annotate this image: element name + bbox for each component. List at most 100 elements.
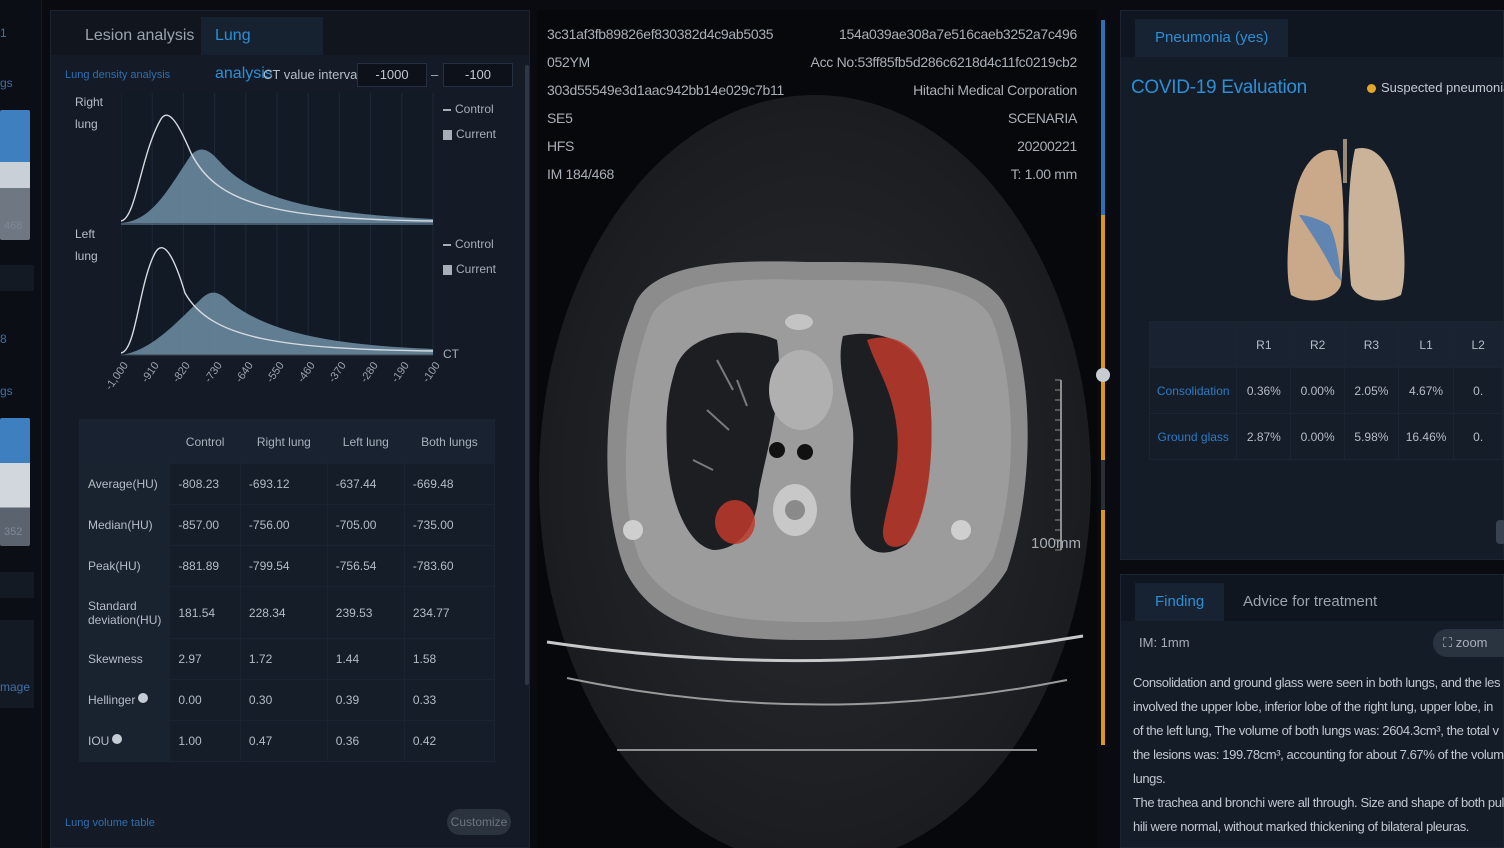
dicom-position: HFS [547, 138, 575, 154]
tab-pneumonia[interactable]: Pneumonia (yes) [1135, 19, 1289, 57]
row-label[interactable]: Ground glass [1148, 413, 1238, 460]
table-header: Both lungs [403, 419, 496, 464]
table-row: Consolidation 0.36% 0.00% 2.05% 4.67% 0. [1148, 367, 1503, 414]
ct-image-viewer[interactable]: 3c31af3fb89826ef830382d4c9ab5035 052YM 3… [537, 10, 1097, 848]
table-cell: 0.39 [326, 679, 405, 721]
slice-slider-track-lower[interactable] [1101, 510, 1105, 745]
regional-lesion-table: R1 R2 R3 L1 L2 Consolidation 0.36% 0.00% 2.05% 4… [1148, 321, 1503, 460]
table-cell: 5.98% [1344, 413, 1399, 460]
dicom-date: 20200221 [1017, 138, 1077, 154]
scale-label: 100mm [1031, 535, 1082, 552]
finding-panel: Finding Advice for treatment IM: 1mm ⛶ z… [1120, 574, 1504, 848]
table-cell: 239.53 [326, 586, 405, 639]
info-icon[interactable] [138, 693, 149, 703]
table-cell: 0.33 [403, 679, 496, 721]
ct-max-input[interactable]: -100 [443, 63, 513, 87]
table-cell: -669.48 [403, 463, 496, 505]
panel-scrollbar[interactable] [525, 65, 529, 685]
region-header: R3 [1344, 321, 1399, 368]
dicom-series-hash: 154a039ae308a7e516caeb3252a7c496 [839, 26, 1077, 42]
finding-line: Consolidation and ground glass were seen… [1133, 675, 1501, 690]
table-row: IOU 1.00 0.47 0.36 0.42 [78, 720, 496, 762]
table-cell: 0.00% [1290, 367, 1346, 414]
x-tick-label: -1,000 [103, 360, 131, 393]
x-tick-label: -910 [139, 360, 163, 385]
table-cell: 0.36% [1236, 367, 1292, 414]
table-cell: 16.46% [1397, 413, 1455, 460]
zoom-icon: ⛶ [1443, 635, 1456, 650]
slice-slider-track[interactable] [1101, 215, 1105, 460]
region-header: L2 [1453, 321, 1503, 368]
lung-density-section-label: Lung density analysis [65, 69, 171, 81]
tab-finding[interactable]: Finding [1135, 583, 1225, 621]
tab-lesion-analysis[interactable]: Lesion analysis [71, 17, 208, 55]
table-cell: -756.00 [239, 504, 328, 546]
right-lung-label: Right lung [75, 95, 104, 131]
row-label: Standard deviation(HU) [78, 586, 171, 639]
table-cell: 0. [1453, 367, 1503, 414]
ct-axis-label: CT [443, 347, 459, 361]
lung-density-graph [121, 93, 434, 356]
row-label: Hellinger [78, 679, 171, 721]
analysis-tabs: Lesion analysis Lung analysis [51, 11, 529, 82]
status-dot-icon [1367, 84, 1376, 94]
panel-edge-handle[interactable] [1496, 520, 1504, 544]
row-label: Peak(HU) [78, 545, 171, 587]
row-label: IOU [78, 720, 171, 762]
finding-line: The trachea and bronchi were all through… [1133, 795, 1504, 810]
dicom-accession: Acc No:53ff85fb5d286c6218d4c11fc0219cb2 [810, 54, 1078, 70]
x-tick-label: -190 [389, 360, 412, 385]
info-icon[interactable] [112, 734, 123, 744]
table-row: Ground glass 2.87% 0.00% 5.98% 16.46% 0. [1148, 413, 1503, 460]
legend-control: Control [443, 232, 496, 257]
strip-divider [0, 572, 34, 598]
dicom-age-sex: 052YM [547, 54, 590, 70]
table-cell: -693.12 [239, 463, 328, 505]
legend-current: Current [443, 257, 496, 282]
lung-density-table: Control Right lung Left lung Both lungs Ave… [78, 419, 496, 762]
row-label[interactable]: Consolidation [1148, 367, 1238, 414]
table-row: Median(HU) -857.00 -756.00 -705.00 -735.00 [78, 504, 496, 546]
table-header: Left lung [326, 419, 405, 464]
dicom-model: SCENARIA [1007, 110, 1077, 126]
table-header [1148, 321, 1238, 368]
left-lung-legend: Control Current [443, 232, 496, 282]
customize-button[interactable]: Customize [447, 809, 511, 835]
dicom-image-number: IM 184/468 [547, 166, 615, 182]
table-cell: 0. [1453, 413, 1503, 460]
dicom-patient-hash: 3c31af3fb89826ef830382d4c9ab5035 [547, 26, 774, 42]
table-cell: 0.00 [169, 679, 241, 721]
table-cell: 0.36 [326, 720, 405, 762]
row-label: Median(HU) [78, 504, 171, 546]
dicom-study-hash: 303d55549e3d1aac942bb14e029c7b11 [547, 82, 784, 98]
strip-image-block[interactable] [0, 620, 34, 708]
table-cell: 0.00% [1290, 413, 1346, 460]
finding-line: lungs. [1133, 771, 1166, 786]
table-cell: -881.89 [169, 545, 241, 587]
slice-slider-handle[interactable] [1096, 368, 1110, 382]
series-thumbnail-strip: 1 gs 468 8 gs 352 mage [0, 0, 42, 848]
table-cell: 234.77 [403, 586, 496, 639]
finding-line: hili were normal, without marked thicken… [1133, 819, 1470, 834]
lung-volume-table-label[interactable]: Lung volume table [65, 817, 155, 829]
strip-label-e: mage [0, 680, 31, 694]
right-lung-legend: Control Current [443, 97, 496, 147]
dicom-thickness: T: 1.00 mm [1010, 166, 1078, 182]
ct-min-input[interactable]: -1000 [357, 63, 427, 87]
ct-interval-label: CT value interval: [263, 67, 364, 82]
strip-label-d: gs [0, 384, 13, 398]
slice-slider-gap [1101, 460, 1105, 510]
tab-lung-analysis[interactable]: Lung analysis [201, 17, 323, 82]
x-tick-label: -370 [326, 360, 350, 385]
table-cell: 2.87% [1236, 413, 1292, 460]
table-cell: 2.97 [169, 638, 241, 680]
lung-3d-model [1287, 139, 1405, 301]
slice-slider-track-top[interactable] [1101, 20, 1105, 215]
table-cell: -857.00 [169, 504, 241, 546]
table-row: Skewness 2.97 1.72 1.44 1.58 [78, 638, 496, 680]
finding-line: the lesions was: 199.78cm³, accounting f… [1133, 747, 1504, 762]
tab-advice-for-treatment[interactable]: Advice for treatment [1223, 583, 1397, 621]
legend-control: Control [443, 97, 496, 122]
zoom-button[interactable]: ⛶ zoom [1433, 629, 1504, 657]
strip-count-b: 352 [4, 526, 23, 538]
